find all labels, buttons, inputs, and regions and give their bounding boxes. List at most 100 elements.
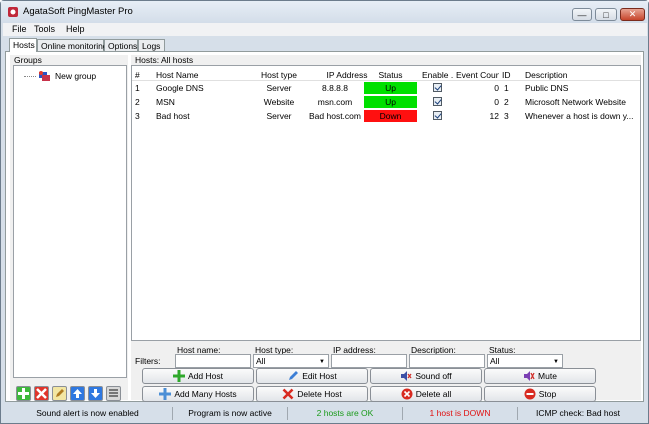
- group-icon: [39, 71, 50, 81]
- groups-panel: Groups New group: [10, 55, 128, 401]
- col-id[interactable]: ID: [502, 69, 514, 82]
- groups-label: Groups: [14, 55, 42, 65]
- add-host-button[interactable]: Add Host: [142, 368, 254, 384]
- status-badge: Down: [364, 110, 417, 122]
- row-enabled: [422, 82, 453, 95]
- tab-content: Groups New group Hosts: All hosts # Host…: [5, 51, 644, 402]
- col-status[interactable]: Status: [362, 69, 419, 82]
- host-name-filter-input[interactable]: [175, 354, 251, 368]
- delete-group-button[interactable]: [34, 386, 49, 401]
- row-num: 3: [135, 111, 140, 121]
- delete-all-label: Delete all: [415, 389, 452, 399]
- sound-off-button[interactable]: Sound off: [370, 368, 482, 384]
- maximize-button[interactable]: □: [595, 8, 617, 21]
- row-description: Microsoft Network Website: [525, 97, 626, 107]
- col-enabled[interactable]: Enable ...: [422, 69, 453, 82]
- cross-icon: [36, 388, 47, 399]
- menu-help[interactable]: Help: [66, 24, 85, 34]
- row-status: Down: [362, 110, 419, 123]
- edit-host-button[interactable]: Edit Host: [256, 368, 368, 384]
- hosts-panel: Hosts: All hosts # Host Name Host type I…: [131, 55, 642, 402]
- row-num: 2: [135, 97, 140, 107]
- add-many-hosts-button[interactable]: Add Many Hosts: [142, 386, 254, 402]
- row-id: 2: [504, 97, 509, 107]
- row-id: 1: [504, 83, 509, 93]
- tab-hosts[interactable]: Hosts: [9, 38, 37, 52]
- arrow-up-icon: [73, 389, 82, 398]
- row-status: Up: [362, 82, 419, 95]
- filters-bar: Filters: Host name: Host type: IP addres…: [131, 345, 641, 369]
- tree-item-new-group[interactable]: New group: [55, 71, 96, 81]
- menu-file[interactable]: File: [12, 24, 27, 34]
- delete-icon: [282, 388, 294, 400]
- hosts-table[interactable]: # Host Name Host type IP Address Status …: [131, 65, 641, 341]
- col-event-count[interactable]: Event Count: [456, 69, 499, 82]
- delete-host-label: Delete Host: [297, 389, 342, 399]
- close-button[interactable]: ✕: [620, 8, 645, 21]
- mute-button[interactable]: Mute: [484, 368, 596, 384]
- add-many-icon: [159, 388, 172, 400]
- status-icmp: ICMP check: Bad host: [536, 408, 620, 418]
- title-bar[interactable]: AgataSoft PingMaster Pro — □ ✕: [1, 1, 648, 23]
- table-header: # Host Name Host type IP Address Status …: [132, 69, 640, 81]
- col-host-type[interactable]: Host type: [250, 69, 308, 82]
- edit-group-button[interactable]: [52, 386, 67, 401]
- edit-host-label: Edit Host: [302, 371, 337, 381]
- list-icon: [109, 389, 118, 397]
- window-title: AgataSoft PingMaster Pro: [23, 6, 133, 17]
- status-filter-select[interactable]: All: [487, 354, 563, 368]
- minimize-button[interactable]: —: [572, 8, 592, 21]
- ip-filter-input[interactable]: [331, 354, 407, 368]
- sound-off-label: Sound off: [415, 371, 452, 381]
- move-up-button[interactable]: [70, 386, 85, 401]
- add-many-label: Add Many Hosts: [174, 389, 237, 399]
- delete-host-button[interactable]: Delete Host: [256, 386, 368, 402]
- arrow-down-icon: [91, 389, 100, 398]
- col-num[interactable]: #: [135, 69, 153, 82]
- app-window: AgataSoft PingMaster Pro — □ ✕ File Tool…: [0, 0, 649, 424]
- host-type-filter-select[interactable]: All: [253, 354, 329, 368]
- enabled-checkbox[interactable]: [433, 111, 442, 120]
- col-description[interactable]: Description: [525, 69, 633, 82]
- status-sound: Sound alert is now enabled: [3, 407, 173, 420]
- mute-icon: [524, 371, 535, 381]
- row-host-name: MSN: [156, 97, 175, 107]
- plus-icon: [18, 388, 29, 399]
- move-down-button[interactable]: [88, 386, 103, 401]
- pencil-icon: [56, 389, 64, 397]
- add-group-button[interactable]: [16, 386, 31, 401]
- add-host-label: Add Host: [188, 371, 223, 381]
- row-enabled: [422, 96, 453, 109]
- plus-icon: [173, 370, 186, 382]
- delete-all-button[interactable]: Delete all: [370, 386, 482, 402]
- row-description: Whenever a host is down y...: [525, 111, 633, 121]
- edit-icon: [289, 371, 299, 380]
- row-host-name: Google DNS: [156, 83, 204, 93]
- filters-label: Filters:: [135, 356, 161, 366]
- stop-button[interactable]: Stop: [484, 386, 596, 402]
- groups-tree[interactable]: New group: [13, 65, 127, 378]
- speaker-icon: [401, 371, 412, 381]
- table-row[interactable]: 1 Google DNS Server 8.8.8.8 Up 0 1 Publi…: [132, 82, 640, 95]
- app-icon: [8, 7, 18, 17]
- tree-connector: [24, 76, 36, 77]
- status-down-count: 1 host is DOWN: [403, 407, 518, 420]
- action-buttons: Add Host Edit Host Sound off Mute Add Ma…: [142, 368, 642, 402]
- stop-label: Stop: [538, 389, 557, 399]
- stop-icon: [524, 388, 536, 400]
- table-row[interactable]: 2 MSN Website msn.com Up 0 2 Microsoft N…: [132, 96, 640, 109]
- status-bar: Sound alert is now enabled Program is no…: [3, 406, 647, 421]
- row-event-count: 0: [494, 97, 499, 107]
- status-program: Program is now active: [173, 407, 288, 420]
- row-id: 3: [504, 111, 509, 121]
- table-row[interactable]: 3 Bad host Server Bad host.com Down 12 3…: [132, 110, 640, 123]
- menu-tools[interactable]: Tools: [34, 24, 55, 34]
- enabled-checkbox[interactable]: [433, 97, 442, 106]
- list-button[interactable]: [106, 386, 121, 401]
- status-badge: Up: [364, 96, 417, 108]
- row-num: 1: [135, 83, 140, 93]
- row-status: Up: [362, 96, 419, 109]
- col-host-name[interactable]: Host Name: [156, 69, 249, 82]
- enabled-checkbox[interactable]: [433, 83, 442, 92]
- description-filter-input[interactable]: [409, 354, 485, 368]
